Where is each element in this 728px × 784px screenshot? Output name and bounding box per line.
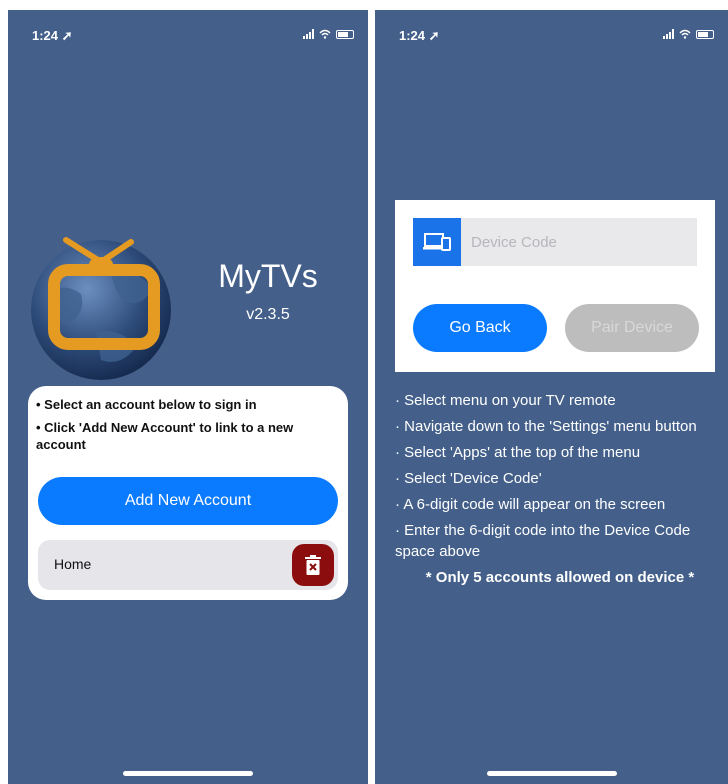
instructions: • Select an account below to sign in • C… (36, 396, 340, 459)
device-icon-box (413, 218, 461, 266)
instruction-item: • Select an account below to sign in (36, 397, 257, 412)
instruction-step: · Select 'Device Code' (395, 470, 542, 487)
account-card: • Select an account below to sign in • C… (28, 386, 348, 600)
device-code-field[interactable] (413, 218, 697, 266)
wifi-icon (319, 29, 331, 39)
status-time: 1:24 ➚ (32, 28, 73, 43)
pair-card: Go Back Pair Device (395, 200, 715, 372)
home-indicator (486, 771, 617, 776)
battery-icon (696, 29, 714, 39)
delete-account-button[interactable] (292, 544, 334, 586)
status-icons (663, 29, 714, 39)
pair-device-screen: 1:24 ➚ Go Back (375, 10, 728, 784)
home-indicator (123, 771, 253, 776)
go-back-button[interactable]: Go Back (413, 304, 547, 352)
instruction-step: · A 6-digit code will appear on the scre… (395, 496, 666, 513)
status-time: 1:24 ➚ (399, 28, 440, 43)
status-bar: 1:24 ➚ (8, 26, 368, 46)
instruction-step: · Navigate down to the 'Settings' menu b… (395, 418, 697, 435)
account-name: Home (54, 556, 92, 572)
add-new-account-button[interactable]: Add New Account (38, 477, 338, 525)
signal-icon (303, 29, 314, 39)
devices-icon (423, 233, 451, 251)
accounts-limit-note: * Only 5 accounts allowed on device * (425, 569, 695, 586)
tv-globe-logo (31, 237, 171, 380)
trash-icon (305, 555, 321, 575)
account-screen: 1:24 ➚ MyTVs v2.3.5 • Select an account … (8, 10, 368, 784)
app-name: MyTVs (218, 258, 318, 294)
location-arrow-icon: ➚ (61, 28, 73, 43)
pairing-instructions: · Select menu on your TV remote · Naviga… (395, 390, 725, 588)
device-code-input[interactable] (471, 218, 691, 266)
location-arrow-icon: ➚ (428, 28, 440, 43)
instruction-step: · Select 'Apps' at the top of the menu (395, 444, 641, 461)
wifi-icon (679, 29, 691, 39)
status-bar: 1:24 ➚ (375, 26, 728, 46)
app-version: v2.3.5 (246, 306, 290, 323)
signal-icon (663, 29, 674, 39)
account-row-home[interactable]: Home (38, 540, 338, 590)
instruction-step: · Select menu on your TV remote (395, 392, 616, 409)
instruction-step: · Enter the 6-digit code into the Device… (395, 522, 691, 560)
battery-icon (336, 29, 354, 39)
instruction-item: • Click 'Add New Account' to link to a n… (36, 420, 294, 452)
pair-device-button[interactable]: Pair Device (565, 304, 699, 352)
status-icons (303, 29, 354, 39)
